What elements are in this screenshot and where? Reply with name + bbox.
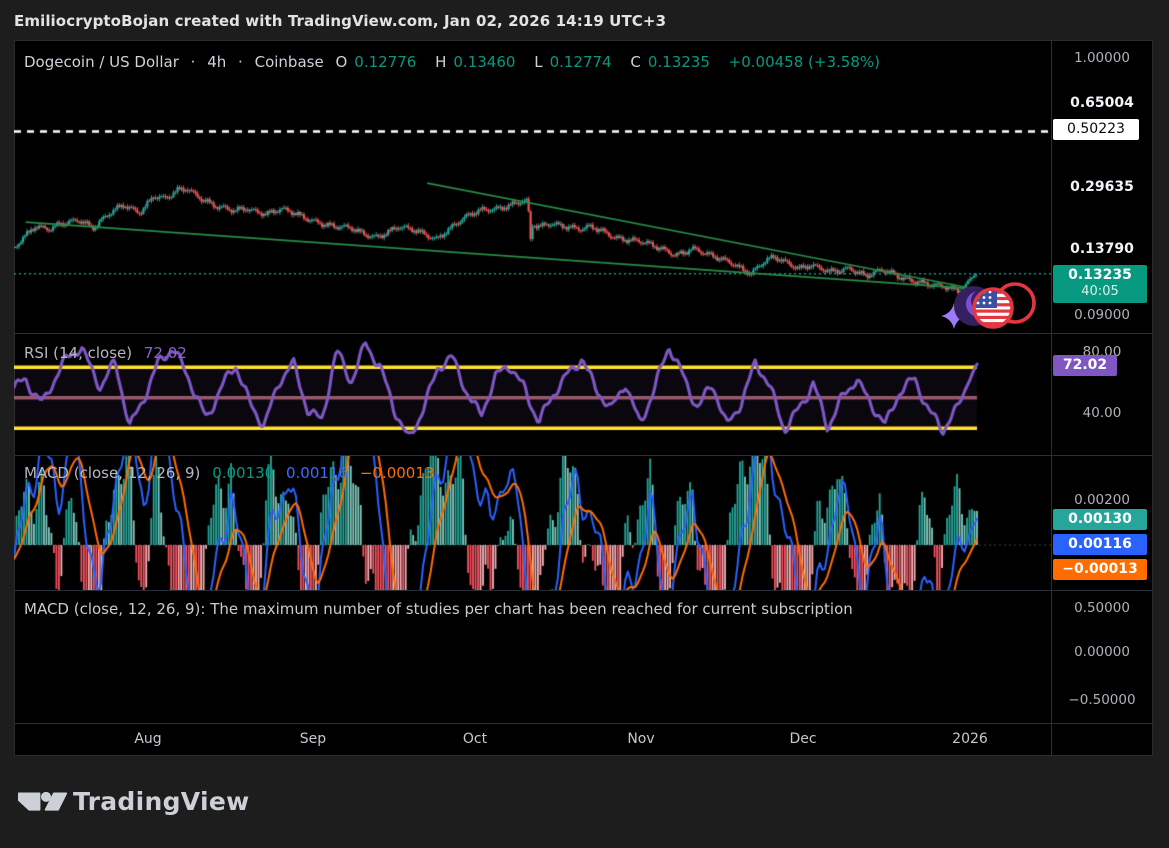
p4-tick-2[interactable]: 0.00000 [1052,642,1152,662]
low-value: 0.12774 [550,53,612,71]
bar-countdown: 40:05 [1053,284,1147,301]
time-label-nov[interactable]: Nov [609,729,673,749]
time-axis-separator [14,723,1153,724]
last-price-value: 0.13235 [1053,266,1147,284]
macd-tick[interactable]: 0.00200 [1052,490,1152,510]
separator-dot: · [238,53,243,71]
us-flag-coin [972,287,1014,329]
symbol-header[interactable]: Dogecoin / US Dollar · 4h · Coinbase O 0.… [24,53,887,71]
pane-separator[interactable] [14,590,1153,591]
time-label-dec[interactable]: Dec [771,729,835,749]
price-level-2[interactable]: 0.29635 [1052,177,1152,197]
price-pane-canvas[interactable] [14,40,1051,333]
time-label-aug[interactable]: Aug [116,729,180,749]
study-limit-message: MACD (close, 12, 26, 9): The maximum num… [24,600,853,618]
tradingview-logo-icon[interactable] [18,789,68,815]
hline-price-label[interactable]: 0.50223 [1053,119,1139,140]
exchange-label: Coinbase [255,53,324,71]
macd-header[interactable]: MACD (close, 12, 26, 9) 0.00130 0.00116 … [24,464,441,482]
open-letter: O [335,53,347,71]
time-label-oct[interactable]: Oct [443,729,507,749]
p4-tick-3[interactable]: −0.50000 [1052,690,1152,710]
macd-signal-badge: −0.00013 [1053,559,1147,580]
symbol-name[interactable]: Dogecoin / US Dollar [24,53,179,71]
high-value: 0.13460 [453,53,515,71]
interval-label[interactable]: 4h [207,53,226,71]
tradingview-logo-text[interactable]: TradingView [73,787,250,816]
rsi-value: 72.02 [144,344,187,362]
close-value: 0.13235 [648,53,710,71]
macd-title[interactable]: MACD (close, 12, 26, 9) [24,464,200,482]
ohlc-high: H 0.13460 [435,53,522,71]
macd-signal-value: −0.00013 [360,464,435,482]
time-label-2026[interactable]: 2026 [938,729,1002,749]
macd-hist-badge: 0.00130 [1053,509,1147,530]
price-tick-bottom[interactable]: 0.09000 [1052,305,1152,325]
rsi-title[interactable]: RSI (14, close) [24,344,132,362]
rsi-tick-40[interactable]: 40.00 [1052,403,1152,423]
tradingview-snapshot: { "titlebar": { "text": "EmiliocryptoBoj… [0,0,1169,848]
open-value: 0.12776 [354,53,416,71]
macd-line-badge: 0.00116 [1053,534,1147,555]
ohlc-close: C 0.13235 [630,53,717,71]
flag-sticker [936,282,1040,336]
pane-separator[interactable] [14,455,1153,456]
rsi-header[interactable]: RSI (14, close) 72.02 [24,344,194,362]
high-letter: H [435,53,446,71]
separator-dot: · [191,53,196,71]
macd-line-value: 0.00116 [286,464,348,482]
price-level-1[interactable]: 0.65004 [1052,93,1152,113]
low-letter: L [534,53,542,71]
change-value: +0.00458 (+3.58%) [729,53,880,71]
p4-tick-1[interactable]: 0.50000 [1052,598,1152,618]
last-price-badge[interactable]: 0.13235 40:05 [1053,265,1147,303]
close-letter: C [630,53,640,71]
time-label-sep[interactable]: Sep [281,729,345,749]
watermark-titlebar: EmiliocryptoBojan created with TradingVi… [14,10,666,32]
price-tick-top[interactable]: 1.00000 [1052,48,1152,68]
ohlc-low: L 0.12774 [534,53,618,71]
rsi-value-badge: 72.02 [1053,355,1117,376]
macd-hist-value: 0.00130 [212,464,274,482]
ohlc-open: O 0.12776 [335,53,423,71]
price-level-3[interactable]: 0.13790 [1052,239,1152,259]
